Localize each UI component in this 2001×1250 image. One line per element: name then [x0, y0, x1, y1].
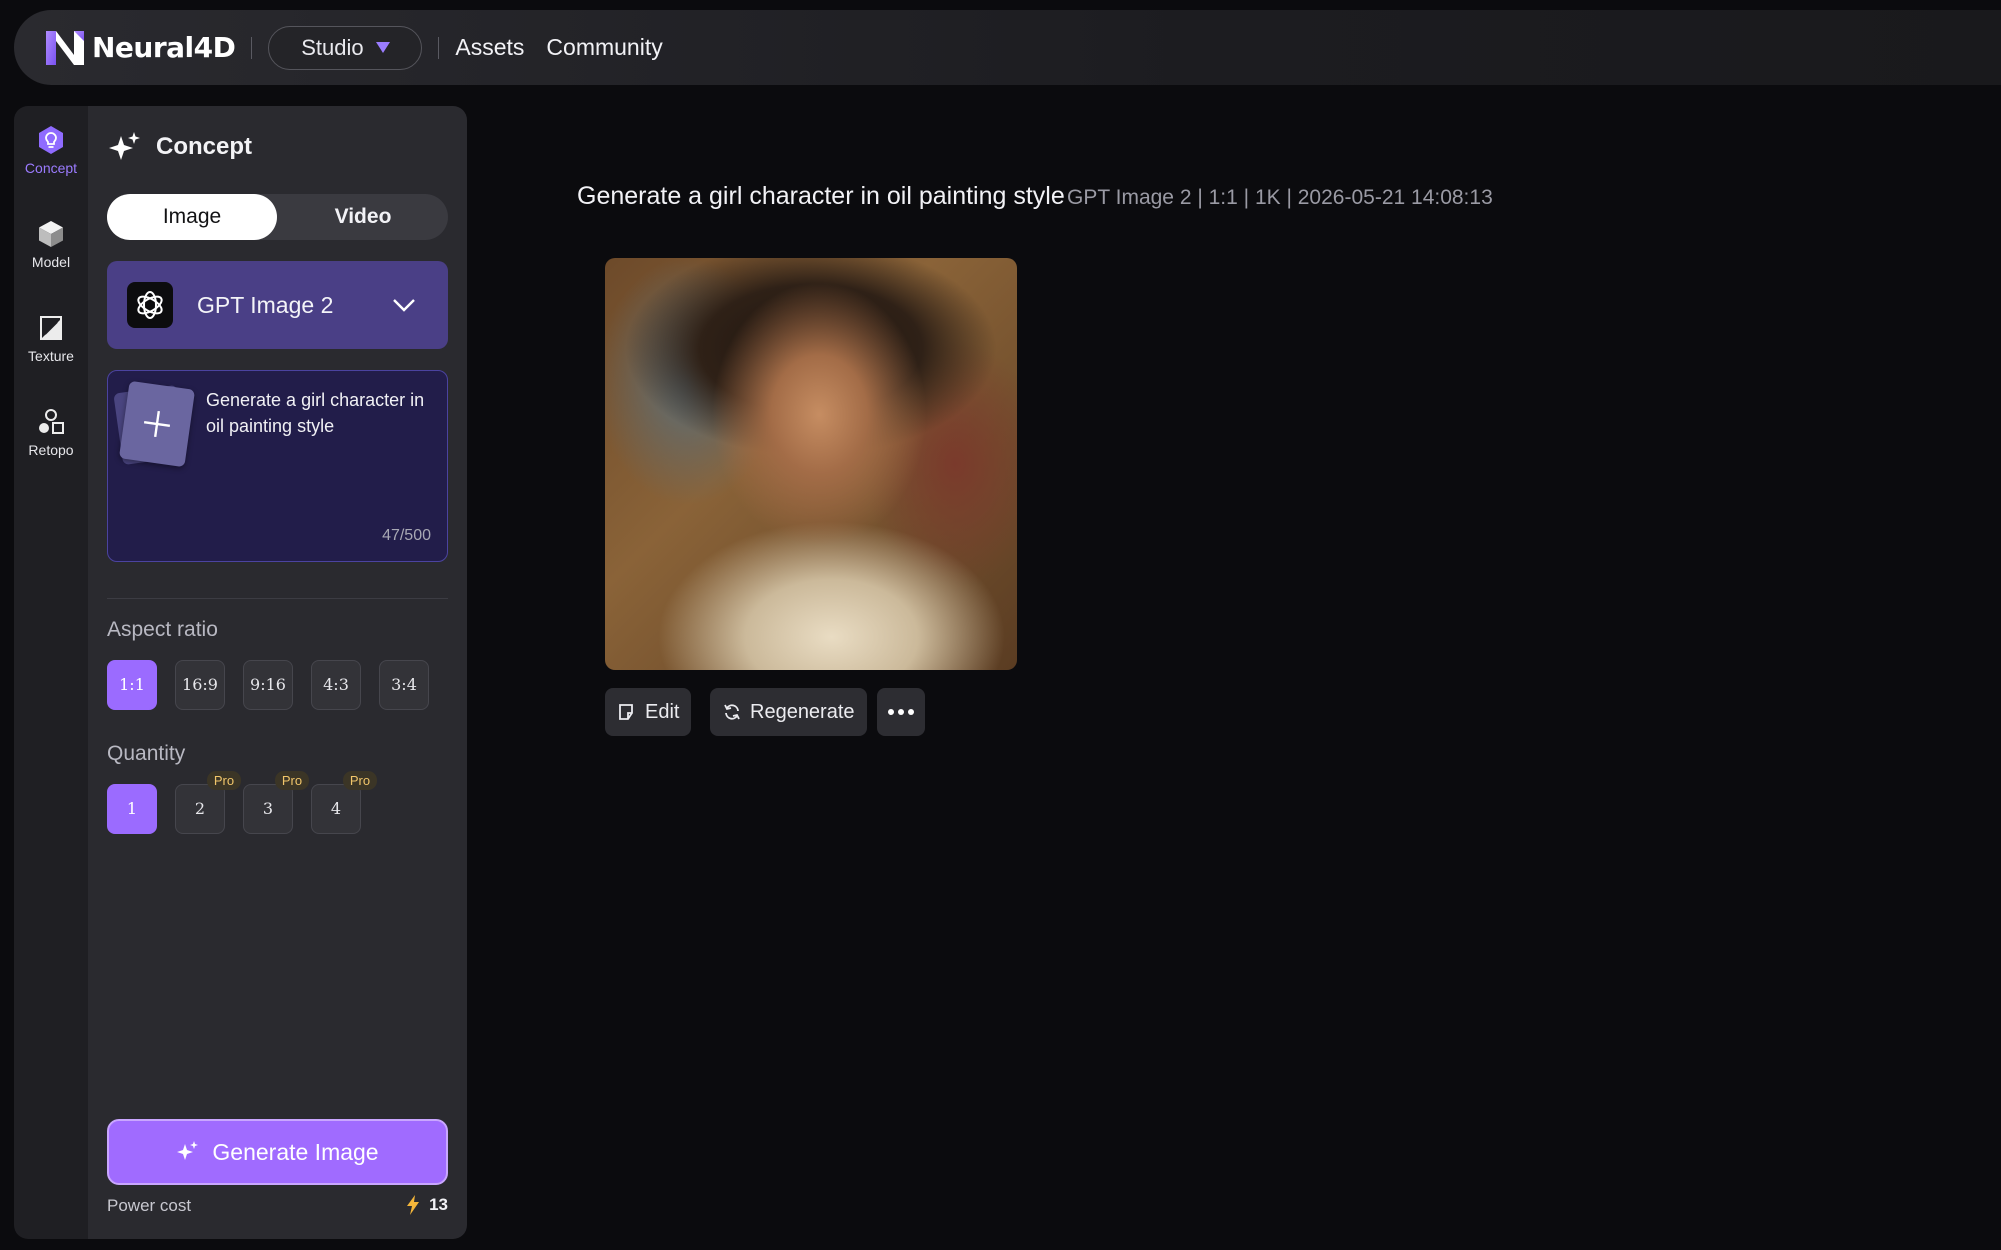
- concept-icon: [39, 126, 63, 154]
- generate-label: Generate Image: [212, 1138, 379, 1165]
- rail-label-concept: Concept: [24, 160, 78, 176]
- divider: [107, 598, 448, 599]
- more-options-button[interactable]: [877, 688, 925, 736]
- edit-button[interactable]: Edit: [605, 688, 692, 736]
- add-reference-image-button[interactable]: [113, 380, 196, 468]
- result-prompt: Generate a girl character in oil paintin…: [577, 182, 1065, 210]
- quantity-value: 3: [262, 799, 274, 818]
- model-select[interactable]: GPT Image 2: [107, 261, 448, 349]
- cube-icon: [39, 221, 63, 247]
- generate-image-button[interactable]: Generate Image: [107, 1119, 448, 1185]
- power-cost: 13: [405, 1194, 448, 1216]
- more-icon: [888, 709, 914, 715]
- prompt-text[interactable]: Generate a girl character in oil paintin…: [206, 387, 434, 439]
- retopo-icon: [39, 409, 64, 434]
- refresh-icon: [724, 704, 740, 720]
- sparkle-icon: [177, 1141, 199, 1160]
- pro-badge: Pro: [343, 771, 377, 790]
- pro-badge: Pro: [275, 771, 309, 790]
- aspect-ratio-label: Aspect ratio: [107, 618, 218, 641]
- prompt-input[interactable]: Generate a girl character in oil paintin…: [107, 370, 448, 562]
- char-counter: 47/500: [382, 527, 431, 544]
- divider: [438, 36, 440, 59]
- panel-title: Concept: [108, 130, 252, 164]
- divider: [251, 36, 253, 59]
- card-front: [118, 380, 196, 468]
- panel-title-text: Concept: [156, 133, 252, 160]
- rail-label-model: Model: [31, 254, 71, 270]
- sparkle-icon: [109, 132, 140, 160]
- plus-icon: [143, 410, 171, 438]
- regenerate-label: Regenerate: [750, 700, 855, 723]
- quantity-value: 2: [194, 799, 206, 818]
- rail-label-texture: Texture: [28, 348, 74, 364]
- tab-image[interactable]: Image: [107, 194, 277, 240]
- rail-item-model[interactable]: Model: [14, 218, 88, 270]
- quantity-value: 4: [330, 799, 342, 818]
- aspect-option-1-1[interactable]: 1:1: [107, 660, 157, 710]
- aspect-option-9-16[interactable]: 9:16: [243, 660, 293, 710]
- pro-badge: Pro: [207, 771, 241, 790]
- nav-assets[interactable]: Assets: [455, 34, 524, 61]
- nav-community[interactable]: Community: [546, 34, 662, 61]
- edit-label: Edit: [645, 700, 680, 723]
- texture-icon: [40, 316, 62, 340]
- neural4d-logo-icon: [46, 30, 84, 65]
- aspect-option-3-4[interactable]: 3:4: [379, 660, 429, 710]
- openai-icon: [127, 282, 173, 328]
- quantity-label: Quantity: [107, 742, 186, 765]
- edit-icon: [619, 704, 633, 720]
- power-cost-label: Power cost: [107, 1196, 192, 1215]
- aspect-option-16-9[interactable]: 16:9: [175, 660, 225, 710]
- chevron-down-icon: [393, 299, 415, 312]
- logo[interactable]: Neural4D: [42, 25, 236, 71]
- logo-text: Neural4D: [92, 31, 236, 64]
- regenerate-button[interactable]: Regenerate: [710, 688, 867, 736]
- tab-video[interactable]: Video: [278, 194, 448, 240]
- rail-item-concept[interactable]: Concept: [14, 124, 88, 176]
- rail-label-retopo: Retopo: [28, 442, 74, 458]
- tool-rail: Concept Model Texture Retopo: [14, 106, 88, 1239]
- quantity-option-3[interactable]: 3 Pro: [243, 771, 309, 834]
- rail-item-texture[interactable]: Texture: [14, 312, 88, 364]
- top-bar: Neural4D Studio Assets Community: [14, 10, 2001, 85]
- model-name: GPT Image 2: [197, 291, 334, 318]
- studio-dropdown[interactable]: Studio: [268, 25, 423, 70]
- concept-panel: Concept Image Video GPT Image 2 Generate…: [88, 106, 467, 1239]
- rail-item-retopo[interactable]: Retopo: [14, 406, 88, 458]
- lightning-icon: [407, 1195, 420, 1215]
- media-type-toggle: Image Video: [107, 194, 448, 240]
- studio-label: Studio: [301, 34, 364, 60]
- quantity-option-1[interactable]: 1: [107, 784, 157, 834]
- quantity-option-4[interactable]: 4 Pro: [311, 771, 377, 834]
- generated-image[interactable]: [605, 258, 1017, 670]
- aspect-option-4-3[interactable]: 4:3: [311, 660, 361, 710]
- power-cost-value: 13: [429, 1195, 448, 1214]
- result-meta: GPT Image 2 | 1:1 | 1K | 2026-05-21 14:0…: [1067, 186, 1493, 209]
- caret-down-icon: [375, 42, 390, 53]
- quantity-option-2[interactable]: 2 Pro: [175, 771, 241, 834]
